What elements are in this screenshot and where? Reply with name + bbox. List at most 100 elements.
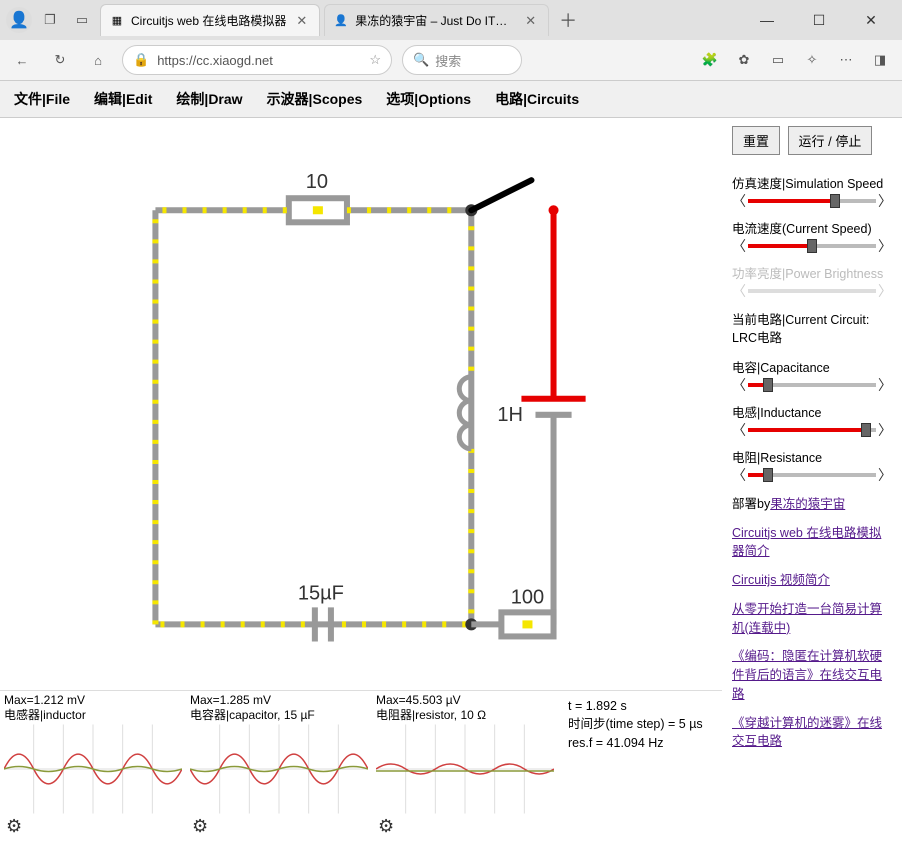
chevron-right-icon[interactable]: 〉 xyxy=(878,239,892,253)
control-sidebar: 重置 运行 / 停止 仿真速度|Simulation Speed 〈 〉 电流速… xyxy=(722,118,902,843)
menu-options[interactable]: 选项|Options xyxy=(386,89,471,109)
chevron-left-icon[interactable]: 〈 xyxy=(732,378,746,392)
chevron-left-icon[interactable]: 〈 xyxy=(732,194,746,208)
browser-tab-inactive[interactable]: 👤 果冻的猿宇宙 – Just Do IT，放胆 ✕ xyxy=(324,4,549,36)
sim-step: 时间步(time step) = 5 µs xyxy=(568,715,712,734)
link-computer-series[interactable]: 从零开始打造一台简易计算机(连载中) xyxy=(732,600,892,638)
slider-track xyxy=(748,289,876,293)
slider-track[interactable] xyxy=(748,428,876,432)
menu-circuits[interactable]: 电路|Circuits xyxy=(495,89,579,109)
gear-icon[interactable]: ⚙ xyxy=(6,816,22,837)
favicon-icon: ▦ xyxy=(109,13,125,29)
new-tab-button[interactable]: ＋ xyxy=(553,5,583,35)
gear-icon[interactable]: ⚙ xyxy=(192,816,208,837)
link-fog-book[interactable]: 《穿越计算机的迷雾》在线交互电路 xyxy=(732,714,892,752)
tab-title: Circuitjs web 在线电路模拟器 xyxy=(131,12,286,29)
chevron-right-icon: 〉 xyxy=(878,284,892,298)
close-button[interactable]: ✕ xyxy=(854,6,888,34)
link-code-book[interactable]: 《编码：隐匿在计算机软硬件背后的语言》在线交互电路 xyxy=(732,647,892,703)
deploy-info: 部署by果冻的猿宇宙 xyxy=(732,496,892,514)
address-bar[interactable]: 🔒 ☆ xyxy=(122,45,392,75)
chevron-left-icon: 〈 xyxy=(732,284,746,298)
scope-capacitor[interactable]: Max=1.285 mV 电容器|capacitor, 15 µF ⚙ xyxy=(186,691,372,843)
browser-toolbar: ← ↻ ⌂ 🔒 ☆ 🔍 搜索 🧩 ✿ ▭ ✧ ⋯ ◨ xyxy=(0,40,902,80)
scope-name: 电阻器|resistor, 10 Ω xyxy=(376,708,554,724)
refresh-button[interactable]: ↻ xyxy=(46,46,74,74)
slider-power-brightness: 功率亮度|Power Brightness 〈 〉 xyxy=(732,263,892,298)
close-icon[interactable]: ✕ xyxy=(521,13,540,29)
current-circuit-name: LRC电路 xyxy=(732,330,892,348)
minimize-button[interactable]: — xyxy=(750,6,784,34)
run-stop-button[interactable]: 运行 / 停止 xyxy=(788,126,873,155)
slider-current-speed: 电流速度(Current Speed) 〈 〉 xyxy=(732,218,892,253)
extensions-button[interactable]: ✿ xyxy=(730,46,758,74)
favorites-icon[interactable]: ✧ xyxy=(798,46,826,74)
more-icon[interactable]: ⋯ xyxy=(832,46,860,74)
close-icon[interactable]: ✕ xyxy=(292,13,311,29)
sim-time: t = 1.892 s xyxy=(568,697,712,716)
url-input[interactable] xyxy=(155,52,363,69)
scope-max: Max=45.503 µV xyxy=(376,693,554,709)
scope-max: Max=1.285 mV xyxy=(190,693,368,709)
title-bar: 👤 ❐ ▭ ▦ Circuitjs web 在线电路模拟器 ✕ 👤 果冻的猿宇宙… xyxy=(0,0,902,40)
workspaces-icon[interactable]: ❐ xyxy=(36,6,64,34)
slider-track[interactable] xyxy=(748,473,876,477)
chevron-right-icon[interactable]: 〉 xyxy=(878,468,892,482)
circuit-canvas[interactable]: 10 1H 15µF 100 xyxy=(0,118,722,690)
scope-max: Max=1.212 mV xyxy=(4,693,182,709)
reset-button[interactable]: 重置 xyxy=(732,126,780,155)
home-button[interactable]: ⌂ xyxy=(84,46,112,74)
tab-actions-icon[interactable]: ▭ xyxy=(68,6,96,34)
lock-icon: 🔒 xyxy=(133,52,149,68)
profile-avatar[interactable]: 👤 xyxy=(6,7,32,33)
capacitor-label: 15µF xyxy=(298,582,344,604)
slider-resistance: 电阻|Resistance 〈 〉 xyxy=(732,447,892,482)
collections-icon[interactable]: ▭ xyxy=(764,46,792,74)
slider-track[interactable] xyxy=(748,244,876,248)
chevron-left-icon[interactable]: 〈 xyxy=(732,239,746,253)
window-controls: — ☐ ✕ xyxy=(750,6,896,34)
slider-label: 电流速度(Current Speed) xyxy=(732,218,892,237)
sim-resf: res.f = 41.094 Hz xyxy=(568,734,712,753)
link-intro[interactable]: Circuitjs web 在线电路模拟器简介 xyxy=(732,524,892,562)
scope-inductor[interactable]: Max=1.212 mV 电感器|inductor ⚙ xyxy=(0,691,186,843)
chevron-left-icon[interactable]: 〈 xyxy=(732,423,746,437)
slider-capacitance: 电容|Capacitance 〈 〉 xyxy=(732,357,892,392)
deploy-prefix: 部署by xyxy=(732,497,770,511)
star-icon[interactable]: ☆ xyxy=(369,52,381,68)
chevron-right-icon[interactable]: 〉 xyxy=(878,194,892,208)
menu-file[interactable]: 文件|File xyxy=(14,89,70,109)
app-menubar: 文件|File 编辑|Edit 绘制|Draw 示波器|Scopes 选项|Op… xyxy=(0,81,902,118)
maximize-button[interactable]: ☐ xyxy=(802,6,836,34)
menu-edit[interactable]: 编辑|Edit xyxy=(94,89,152,109)
menu-scopes[interactable]: 示波器|Scopes xyxy=(267,89,363,109)
chevron-right-icon[interactable]: 〉 xyxy=(878,378,892,392)
slider-label: 电感|Inductance xyxy=(732,402,892,421)
extension-icon[interactable]: 🧩 xyxy=(696,46,724,74)
menu-draw[interactable]: 绘制|Draw xyxy=(176,89,242,109)
slider-track[interactable] xyxy=(748,383,876,387)
chevron-left-icon[interactable]: 〈 xyxy=(732,468,746,482)
link-video[interactable]: Circuitjs 视频简介 xyxy=(732,571,892,590)
sidebar-toggle-icon[interactable]: ◨ xyxy=(866,46,894,74)
tab-title: 果冻的猿宇宙 – Just Do IT，放胆 xyxy=(355,12,515,29)
current-circuit-info: 当前电路|Current Circuit: LRC电路 xyxy=(732,312,892,347)
scope-resistor[interactable]: Max=45.503 µV 电阻器|resistor, 10 Ω ⚙ xyxy=(372,691,558,843)
slider-inductance: 电感|Inductance 〈 〉 xyxy=(732,402,892,437)
back-button[interactable]: ← xyxy=(8,46,36,74)
slider-track[interactable] xyxy=(748,199,876,203)
slider-label: 电容|Capacitance xyxy=(732,357,892,376)
search-icon: 🔍 xyxy=(413,52,429,68)
gear-icon[interactable]: ⚙ xyxy=(378,816,394,837)
slider-sim-speed: 仿真速度|Simulation Speed 〈 〉 xyxy=(732,173,892,208)
scopes-panel: Max=1.212 mV 电感器|inductor ⚙ Max=1.285 mV… xyxy=(0,690,722,843)
deploy-link[interactable]: 果冻的猿宇宙 xyxy=(770,497,845,511)
slider-label: 仿真速度|Simulation Speed xyxy=(732,173,892,192)
page-content: 文件|File 编辑|Edit 绘制|Draw 示波器|Scopes 选项|Op… xyxy=(0,81,902,843)
search-bar[interactable]: 🔍 搜索 xyxy=(402,45,522,75)
resistor-top-label: 10 xyxy=(306,171,328,193)
chevron-right-icon[interactable]: 〉 xyxy=(878,423,892,437)
browser-tab-active[interactable]: ▦ Circuitjs web 在线电路模拟器 ✕ xyxy=(100,4,320,36)
sidebar-links: Circuitjs web 在线电路模拟器简介 Circuitjs 视频简介 从… xyxy=(732,524,892,752)
slider-label: 功率亮度|Power Brightness xyxy=(732,263,892,282)
